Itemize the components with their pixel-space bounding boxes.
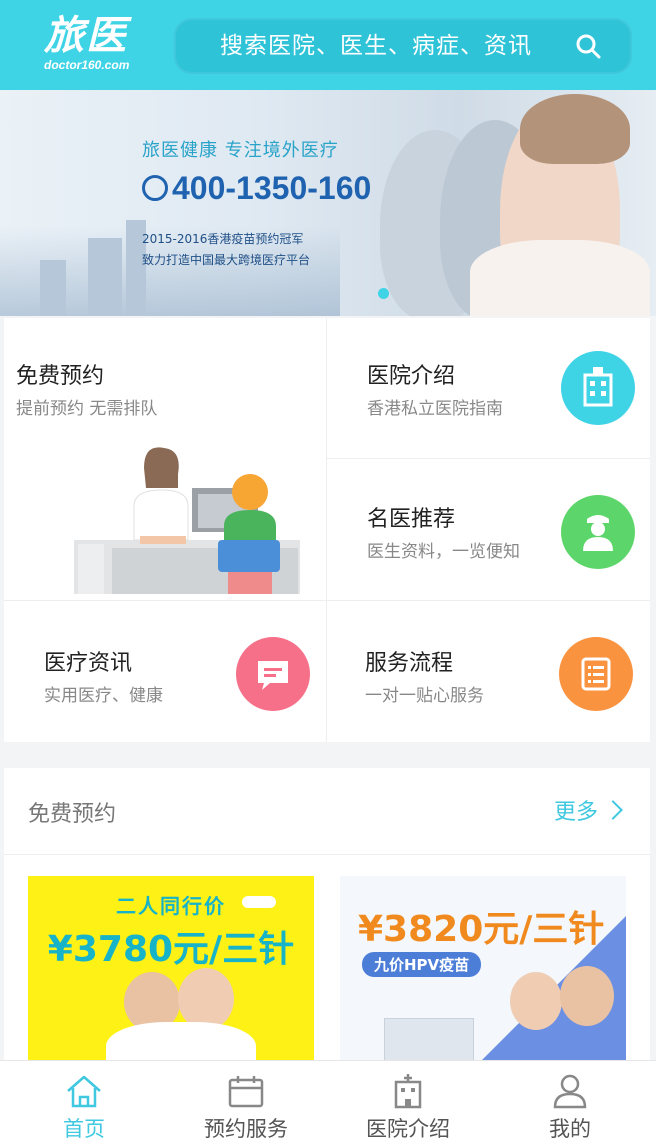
operator-hair — [520, 94, 630, 164]
promo-card-price: ¥3820元/三针 — [358, 909, 605, 950]
grid-item-process[interactable]: 服务流程 一对一贴心服务 — [327, 601, 650, 742]
grid-item-appointment[interactable]: 免费预约 提前预约 无需排队 — [4, 318, 326, 600]
building-shape — [88, 238, 122, 316]
more-link[interactable]: 更多 — [553, 794, 623, 826]
model-face — [178, 968, 234, 1030]
process-subtitle: 一对一贴心服务 — [365, 686, 484, 706]
building-shape — [40, 260, 66, 316]
promo-card-couple-price[interactable]: 二人同行价 ¥3780元/三针 — [28, 876, 314, 1066]
promo-card-badge: 九价HPV疫苗 — [362, 952, 482, 977]
hospital-title: 医院介绍 — [367, 364, 456, 389]
banner-phone: 400-1350-160 — [142, 170, 371, 207]
tab-hospital-intro[interactable]: 医院介绍 — [326, 1061, 490, 1148]
feature-grid: 免费预约 提前预约 无需排队 医院介绍 香港私立医院指南 名医推荐 医生资料，一… — [4, 318, 650, 742]
process-title: 服务流程 — [365, 651, 454, 676]
promo-card-price: ¥3780元/三针 — [47, 929, 295, 970]
carousel-indicator[interactable] — [378, 288, 389, 299]
search-bar[interactable]: 搜索医院、医生、病症、资讯 — [174, 18, 632, 74]
logo-text: 旅医 — [44, 12, 128, 59]
tab-home-label: 首页 — [63, 1117, 105, 1141]
promo-card-hpv[interactable]: ¥3820元/三针 九价HPV疫苗 — [340, 876, 626, 1066]
banner-tagline: 旅医健康 专注境外医疗 — [142, 140, 339, 161]
tab-appointment-service[interactable]: 预约服务 — [164, 1061, 328, 1148]
grid-item-hospital[interactable]: 医院介绍 香港私立医院指南 — [327, 318, 650, 458]
message-icon — [236, 637, 310, 711]
grid-item-doctors[interactable]: 名医推荐 医生资料，一览便知 — [327, 459, 650, 600]
doctor-icon — [561, 495, 635, 569]
phone-icon — [142, 175, 168, 201]
doctors-title: 名医推荐 — [367, 507, 456, 532]
app-header: 旅医 doctor160.com 搜索医院、医生、病症、资讯 — [0, 0, 656, 90]
promo-card-headline: 二人同行价 — [116, 894, 226, 918]
section-divider — [4, 854, 650, 855]
bottom-tab-bar: 首页 预约服务 医院介绍 我的 — [0, 1060, 656, 1148]
news-subtitle: 实用医疗、健康 — [44, 686, 163, 706]
search-placeholder: 搜索医院、医生、病症、资讯 — [220, 33, 532, 59]
banner-line-2: 致力打造中国最大跨境医疗平台 — [142, 253, 311, 267]
tab-appointment-service-label: 预约服务 — [204, 1117, 288, 1141]
chevron-right-icon — [603, 800, 623, 820]
model-face — [560, 966, 614, 1026]
doctors-subtitle: 医生资料，一览便知 — [367, 542, 520, 562]
section-title: 免费预约 — [28, 802, 117, 827]
banner-line-1: 2015-2016香港疫苗预约冠军 — [142, 232, 304, 246]
hospital-subtitle: 香港私立医院指南 — [367, 399, 503, 419]
vaccine-box — [384, 1018, 474, 1066]
user-icon — [553, 1074, 587, 1109]
appointment-title: 免费预约 — [16, 364, 105, 389]
list-icon — [559, 637, 633, 711]
hospital-icon — [394, 1074, 422, 1109]
tab-home[interactable]: 首页 — [2, 1061, 166, 1148]
reception-illustration — [74, 447, 300, 594]
home-icon — [67, 1075, 101, 1108]
hospital-icon — [561, 351, 635, 425]
free-appointment-section: 免费预约 更多 二人同行价 ¥3780元/三针 ¥3820元/三针 九价HPV疫… — [4, 768, 650, 1068]
tab-profile-label: 我的 — [549, 1117, 591, 1141]
search-icon[interactable] — [574, 32, 602, 60]
more-link-label: 更多 — [553, 800, 598, 825]
grid-item-news[interactable]: 医疗资讯 实用医疗、健康 — [4, 601, 326, 742]
appointment-subtitle: 提前预约 无需排队 — [16, 399, 158, 419]
banner-phone-number: 400-1350-160 — [172, 170, 372, 206]
news-title: 医疗资讯 — [44, 651, 133, 676]
promo-banner[interactable]: 旅医健康 专注境外医疗 400-1350-160 2015-2016香港疫苗预约… — [0, 90, 656, 316]
logo-domain: doctor160.com — [44, 58, 130, 72]
tab-hospital-intro-label: 医院介绍 — [366, 1117, 450, 1141]
tab-profile[interactable]: 我的 — [488, 1061, 652, 1148]
calendar-icon — [228, 1076, 264, 1108]
logo[interactable]: 旅医 doctor160.com — [44, 14, 154, 76]
model-face — [510, 972, 562, 1030]
operator-shirt — [470, 240, 650, 316]
